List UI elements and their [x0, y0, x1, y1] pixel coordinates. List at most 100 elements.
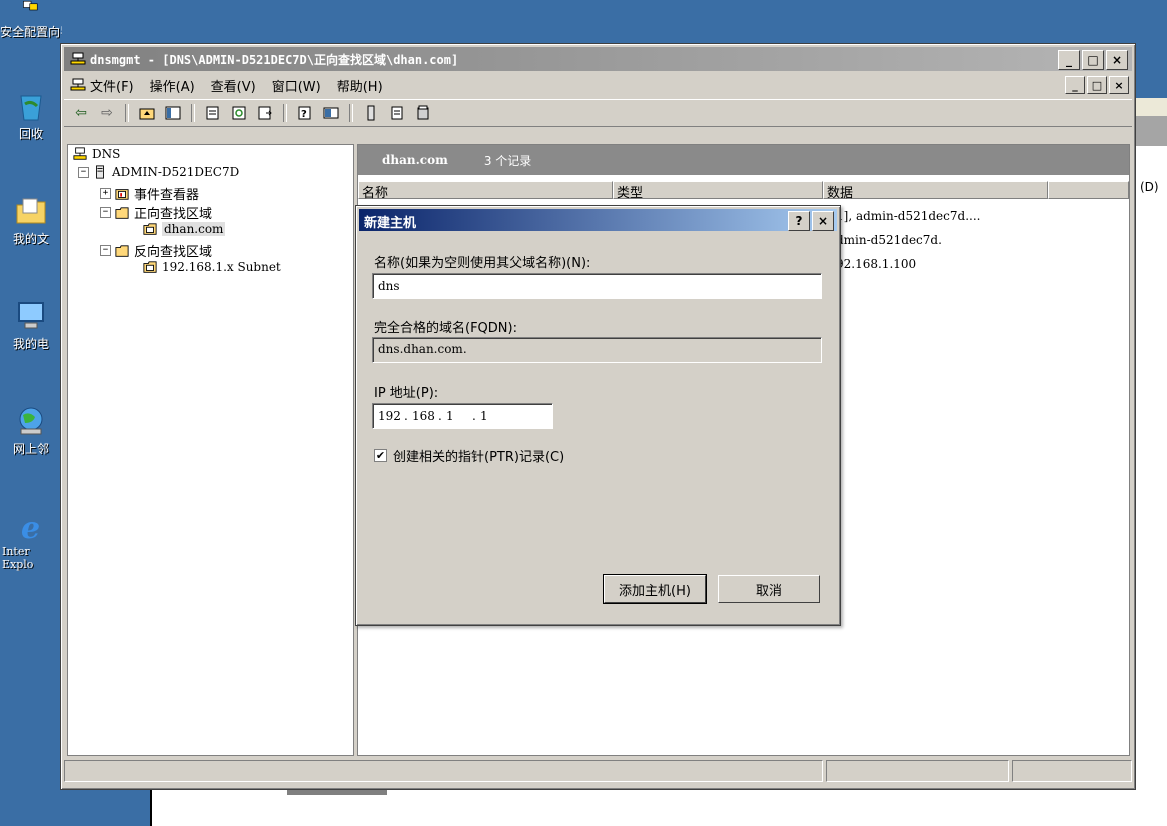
dialog-titlebar[interactable]: 新建主机 ? × — [359, 209, 837, 231]
show-hide-tree-icon[interactable] — [162, 103, 184, 123]
desktop-icon-my-documents[interactable]: 我的文 — [0, 195, 62, 247]
svg-text:e: e — [21, 511, 40, 542]
ip-octet-4[interactable]: 1 — [480, 409, 506, 423]
dns-root-icon — [73, 147, 87, 160]
child-close-button[interactable]: × — [1109, 76, 1129, 94]
ip-octet-3[interactable]: 1 — [446, 409, 472, 423]
collapse-toggle[interactable]: − — [100, 245, 111, 256]
tree-label: ADMIN-D521DEC7D — [112, 165, 240, 179]
menu-file[interactable]: 文件(F) — [86, 76, 142, 95]
tree-node-dhan-com[interactable]: dhan.com — [142, 222, 226, 236]
ip-octet-1[interactable]: 192 — [378, 409, 404, 423]
ip-label: IP 地址(P): — [374, 386, 439, 401]
fqdn-field: dns.dhan.com. — [372, 337, 822, 363]
tree-node-reverse-zones[interactable]: − 反向查找区域 — [100, 241, 212, 260]
desktop-icon-label: 我的电 — [12, 337, 49, 351]
dialog-close-button[interactable]: × — [812, 211, 834, 231]
details-header: dhan.com 3 个记录 — [358, 145, 1129, 175]
column-header-name[interactable]: 名称 — [358, 181, 613, 201]
column-header-type[interactable]: 类型 — [613, 181, 823, 201]
window-titlebar[interactable]: dnsmgmt - [DNS\ADMIN-D521DEC7D\正向查找区域\dh… — [64, 47, 1132, 71]
ptr-label: 创建相关的指针(PTR)记录(C) — [393, 450, 565, 465]
menu-view[interactable]: 查看(V) — [203, 76, 264, 95]
server-icon[interactable] — [360, 103, 382, 123]
menu-help[interactable]: 帮助(H) — [329, 76, 391, 95]
database-icon[interactable] — [412, 103, 434, 123]
desktop-icon-network[interactable]: 网上邻 — [0, 405, 62, 457]
zone-icon — [143, 223, 157, 235]
cancel-button[interactable]: 取消 — [718, 575, 820, 603]
desktop-icon-recycle-bin[interactable]: 回收 — [0, 90, 62, 142]
name-input[interactable] — [372, 273, 822, 299]
folder-icon — [16, 198, 46, 224]
tree-node-forward-zones[interactable]: − 正向查找区域 — [100, 203, 212, 222]
back-arrow-icon[interactable]: ⇦ — [70, 103, 92, 123]
expand-toggle[interactable]: + — [100, 188, 111, 199]
tree-node-reverse-subnet[interactable]: 192.168.1.x Subnet — [142, 260, 281, 274]
menu-action[interactable]: 操作(A) — [142, 76, 203, 95]
dialog-title: 新建主机 — [364, 216, 417, 231]
collapse-toggle[interactable]: − — [78, 166, 89, 178]
add-host-button[interactable]: 添加主机(H) — [603, 574, 707, 604]
desktop-icon-internet-explorer[interactable]: e Inter Explo — [0, 510, 62, 571]
status-cell — [1012, 760, 1132, 782]
ip-dot: . — [438, 409, 442, 423]
up-folder-icon[interactable] — [136, 103, 158, 123]
zone-name: dhan.com — [382, 153, 448, 167]
column-header-data[interactable]: 数据 — [823, 181, 1048, 201]
record-data[interactable]: 1], admin-d521dec7d.... — [836, 209, 980, 223]
dialog-help-button[interactable]: ? — [788, 211, 810, 231]
column-header-blank[interactable] — [1048, 181, 1129, 199]
record-data[interactable]: 92.168.1.100 — [836, 257, 916, 271]
console-tree-icon[interactable] — [320, 103, 342, 123]
tree-node-server[interactable]: − ADMIN-D521DEC7D — [78, 165, 239, 179]
console-menu-icon[interactable] — [70, 77, 86, 93]
tree-node-event-viewer[interactable]: + 事件查看器 — [100, 184, 199, 203]
fqdn-label: 完全合格的域名(FQDN): — [374, 321, 517, 336]
dns-app-icon — [70, 52, 86, 65]
document-icon[interactable] — [386, 103, 408, 123]
desktop-icon-label: 安全配置向导 — [0, 25, 62, 39]
tree-label: 正向查找区域 — [134, 207, 213, 222]
collapse-toggle[interactable]: − — [100, 207, 111, 218]
child-maximize-button[interactable]: □ — [1087, 76, 1107, 94]
ptr-checkbox[interactable]: ✔ — [374, 449, 387, 462]
ip-octet-2[interactable]: 168 — [412, 409, 438, 423]
new-host-dialog: 新建主机 ? × 名称(如果为空则使用其父域名称)(N): 完全合格的域名(FQ… — [355, 205, 841, 626]
tree-label: 192.168.1.x Subnet — [162, 260, 281, 274]
console-tree: DNS − ADMIN-D521DEC7D + 事件查看器 − 正向查找区域 d… — [67, 144, 354, 756]
desktop-icon-label: 网上邻 — [12, 442, 49, 456]
record-data[interactable]: dmin-d521dec7d. — [836, 233, 942, 247]
network-globe-icon — [19, 407, 43, 435]
ip-address-field[interactable]: 192 . 168 . 1 . 1 — [372, 403, 553, 429]
export-list-icon[interactable] — [254, 103, 276, 123]
status-bar — [64, 760, 1132, 782]
menu-window[interactable]: 窗口(W) — [264, 76, 329, 95]
svg-text:?: ? — [301, 109, 307, 120]
close-button[interactable]: × — [1106, 50, 1128, 70]
toolbar-separator — [349, 104, 353, 122]
toolbar-separator — [283, 104, 287, 122]
desktop-icon-security-wizard[interactable]: 安全配置向导 — [0, 0, 62, 40]
folder-icon — [115, 206, 129, 219]
help-icon[interactable]: ? — [294, 103, 316, 123]
recycle-bin-icon — [20, 95, 42, 121]
security-wizard-icon — [23, 0, 38, 11]
computer-icon — [18, 302, 44, 329]
desktop-icon-my-computer[interactable]: 我的电 — [0, 300, 62, 352]
forward-arrow-icon[interactable]: ⇨ — [96, 103, 118, 123]
folder-icon — [115, 244, 129, 257]
window-title: dnsmgmt - [DNS\ADMIN-D521DEC7D\正向查找区域\dh… — [90, 53, 459, 67]
properties-icon[interactable] — [202, 103, 224, 123]
desktop-icon-label: Inter Explo — [2, 545, 34, 571]
child-minimize-button[interactable]: _ — [1065, 76, 1085, 94]
tree-node-dns[interactable]: DNS — [72, 147, 120, 161]
tree-label: dhan.com — [162, 222, 226, 236]
status-cell — [825, 760, 1010, 782]
desktop-icon-label: 回收 — [18, 127, 43, 141]
background-column-label: (D) — [1140, 180, 1159, 194]
ptr-record-checkbox-row[interactable]: ✔ 创建相关的指针(PTR)记录(C) — [374, 446, 564, 465]
refresh-icon[interactable] — [228, 103, 250, 123]
minimize-button[interactable]: _ — [1058, 50, 1080, 70]
maximize-button[interactable]: □ — [1082, 50, 1104, 70]
